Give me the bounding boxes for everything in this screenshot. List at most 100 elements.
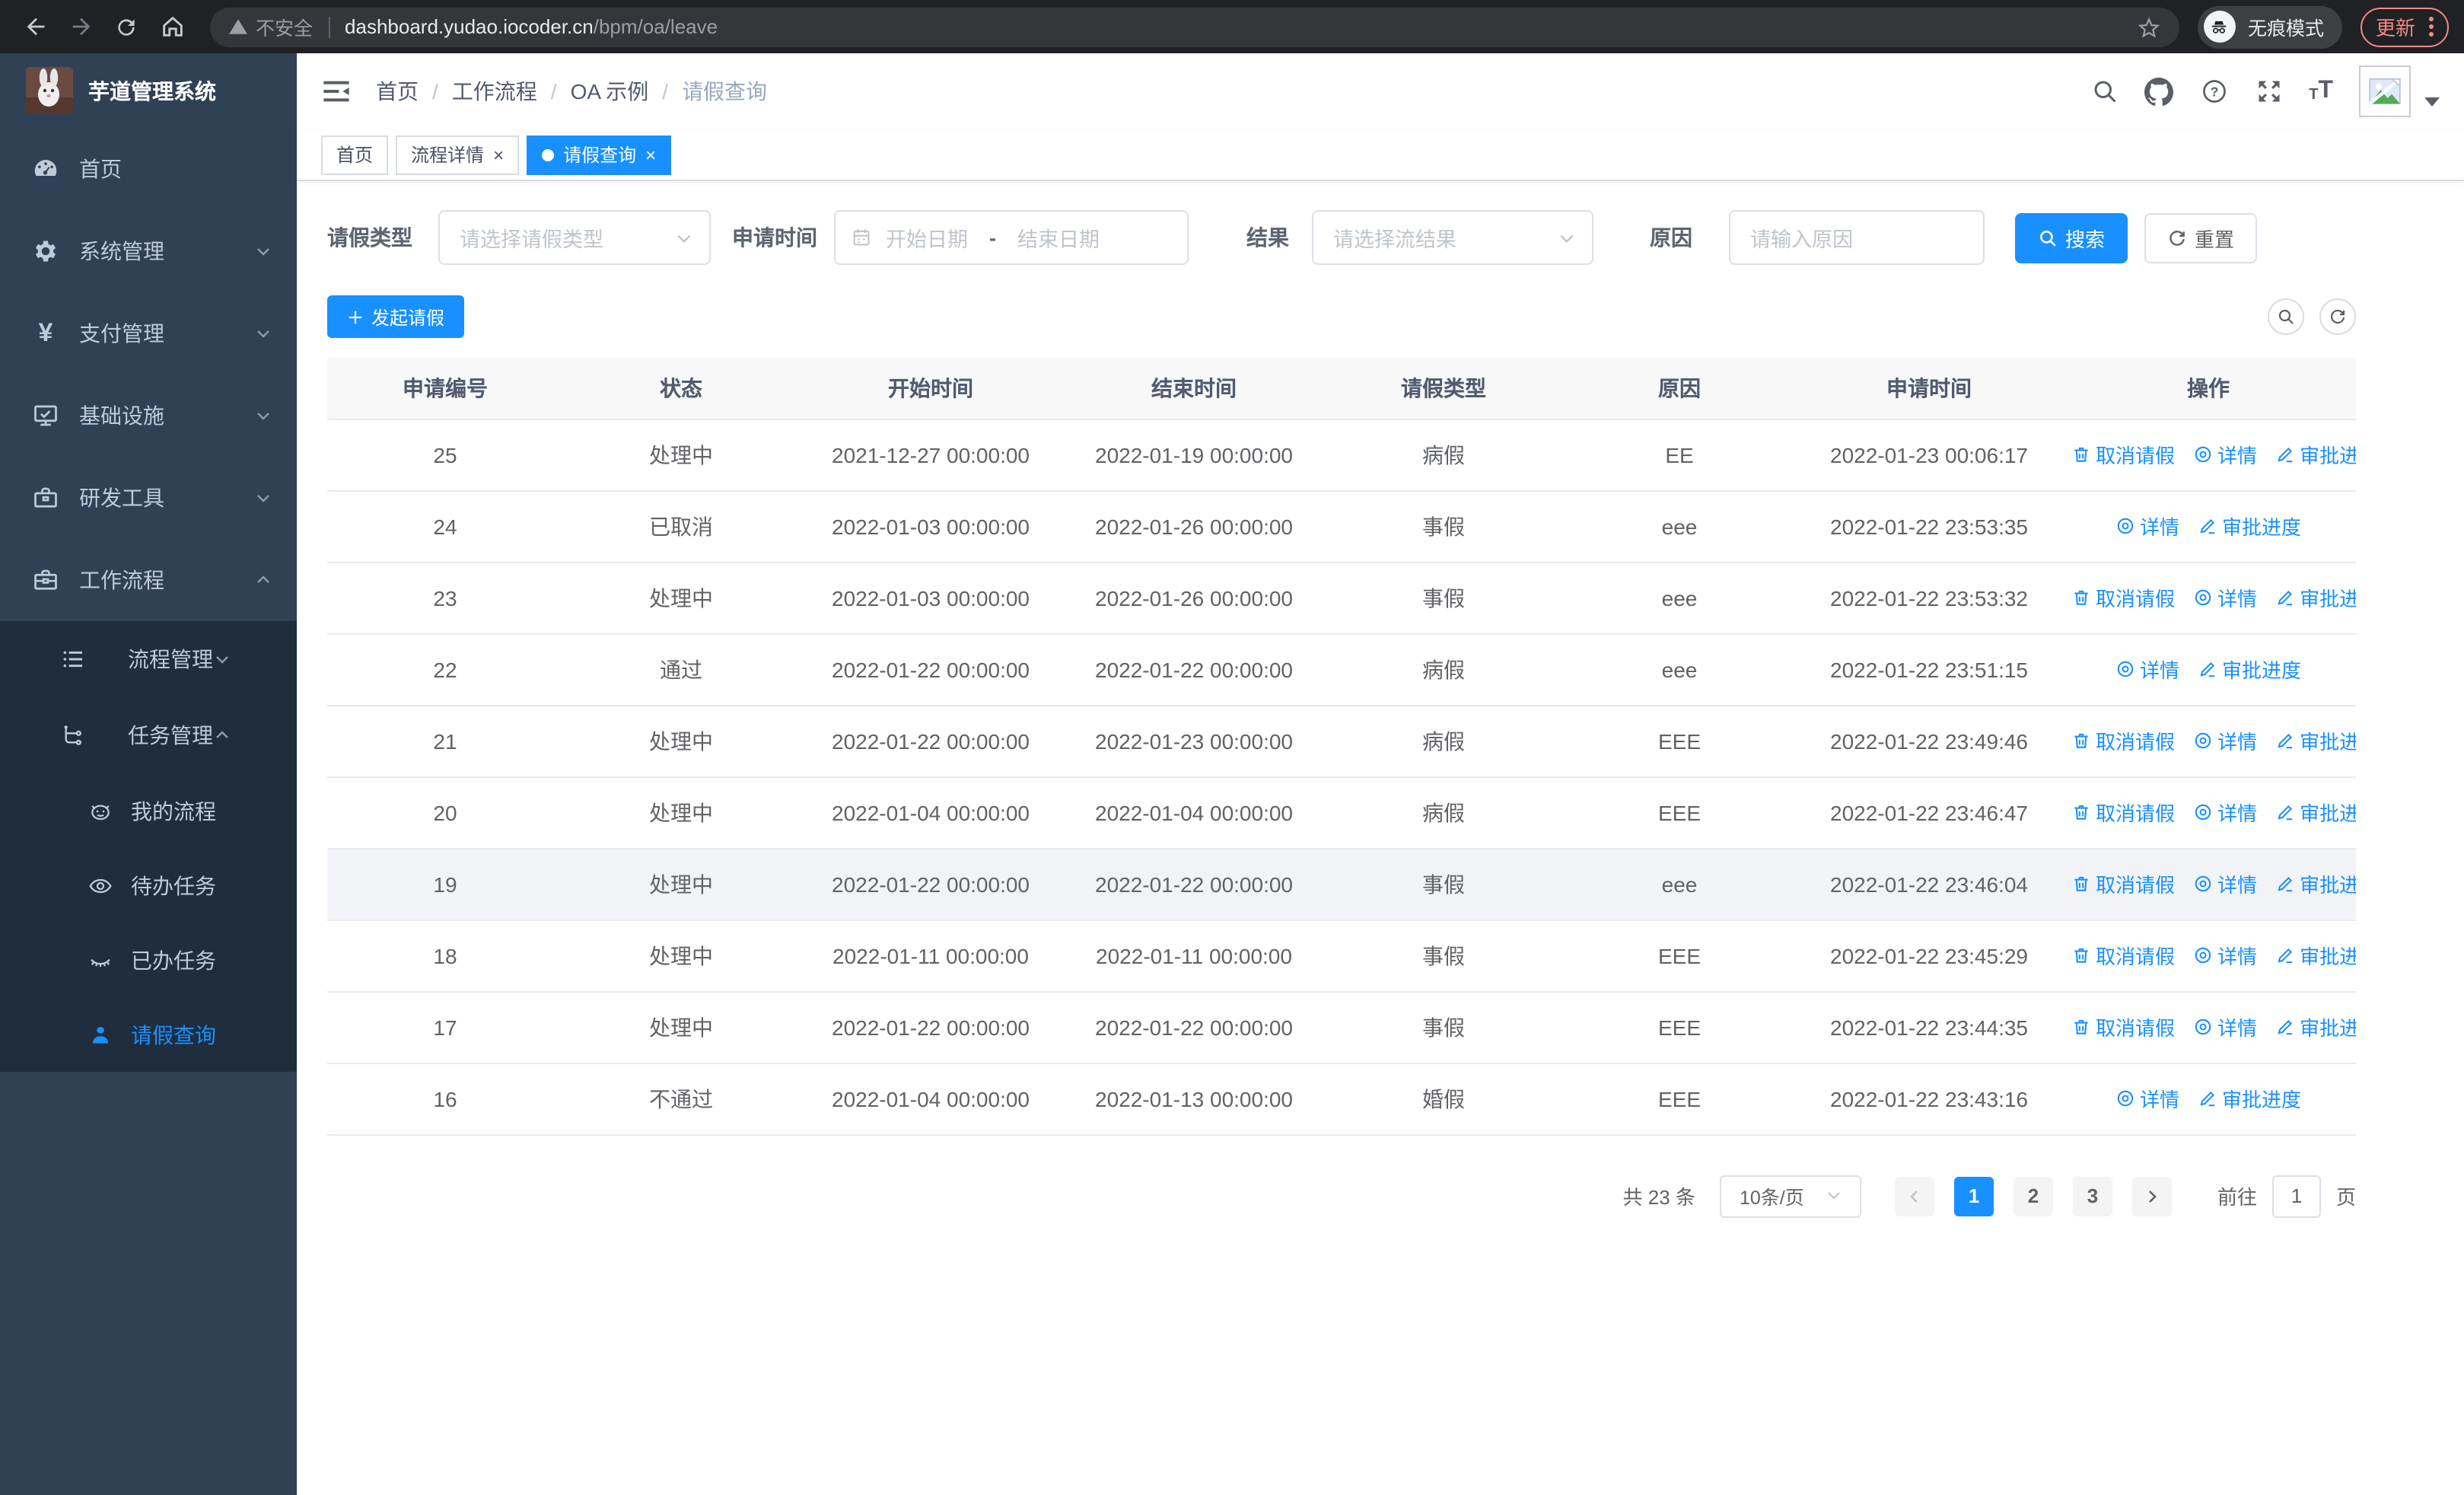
sidebar-item-my-process[interactable]: 我的流程 [0,773,297,848]
tab-home[interactable]: 首页 [321,135,389,174]
home-icon[interactable] [152,7,192,46]
sidebar-item-payment[interactable]: ¥ 支付管理 [0,292,297,375]
progress-leave-link[interactable]: 审批进度 [2275,440,2356,469]
reason-input[interactable]: 请输入原因 [1729,210,1985,265]
page-button-2[interactable]: 2 [2013,1176,2053,1216]
progress-leave-link[interactable]: 审批进度 [2275,941,2356,970]
close-icon[interactable]: × [645,145,656,164]
detail-leave-link[interactable]: 详情 [2193,1012,2257,1041]
progress-leave-link[interactable]: 审批进度 [2198,655,2301,684]
browser-menu-icon[interactable] [2429,17,2434,37]
progress-leave-link[interactable]: 审批进度 [2275,726,2356,755]
sidebar-item-system[interactable]: 系统管理 [0,210,297,292]
cell-end-time: 2022-01-13 00:00:00 [1062,1063,1326,1135]
progress-leave-link[interactable]: 审批进度 [2275,798,2356,827]
view-icon [2195,804,2211,821]
trash-icon [2074,447,2088,462]
cell-actions: 取消请假详情审批进度 [2061,705,2356,777]
cell-apply-id: 18 [327,920,563,992]
search-button[interactable]: 搜索 [2015,212,2128,263]
page-suffix-label: 页 [2335,1186,2356,1209]
not-secure-warning[interactable]: 不安全 [228,12,313,41]
address-bar[interactable]: 不安全 dashboard.yudao.iocoder.cn/bpm/oa/le… [210,7,2179,46]
sidebar-item-home[interactable]: 首页 [0,128,297,210]
cancel-leave-link[interactable]: 取消请假 [2071,869,2175,898]
cell-start-time: 2022-01-22 00:00:00 [799,991,1062,1063]
goto-page-input[interactable]: 1 [2271,1175,2321,1217]
cell-apply-time: 2022-01-22 23:49:46 [1797,705,2061,777]
detail-leave-link[interactable]: 详情 [2115,1084,2179,1113]
detail-leave-link[interactable]: 详情 [2193,583,2257,612]
dashboard-icon [32,155,59,183]
cancel-leave-link[interactable]: 取消请假 [2071,583,2175,612]
cancel-leave-link[interactable]: 取消请假 [2071,941,2175,970]
tab-process-detail[interactable]: 流程详情 × [396,135,520,174]
sidebar-item-devtools[interactable]: 研发工具 [0,457,297,539]
browser-toolbar: 不安全 dashboard.yudao.iocoder.cn/bpm/oa/le… [0,0,2464,53]
detail-leave-link[interactable]: 详情 [2193,798,2257,827]
cancel-leave-link[interactable]: 取消请假 [2071,440,2175,469]
cell-status: 处理中 [563,776,799,849]
update-button[interactable]: 更新 [2360,7,2449,46]
avatar-caret-icon[interactable] [2424,97,2440,107]
breadcrumb-item[interactable]: 工作流程 [452,76,537,107]
leave-type-label: 请假类型 [327,225,412,250]
cell-leave-type: 病假 [1326,705,1561,777]
view-icon [2195,446,2211,463]
apply-time-range-picker[interactable]: 开始日期 - 结束日期 [834,210,1189,265]
github-icon[interactable] [2144,77,2174,106]
cancel-leave-link[interactable]: 取消请假 [2071,1012,2175,1041]
reload-icon[interactable] [107,7,146,46]
cell-reason: EEE [1561,991,1797,1063]
sidebar-item-todo-tasks[interactable]: 待办任务 [0,848,297,923]
progress-leave-link[interactable]: 审批进度 [2198,1084,2301,1113]
bookmark-star-icon[interactable] [2137,14,2161,39]
toggle-search-button[interactable] [2268,298,2304,335]
back-icon[interactable] [15,7,55,46]
refresh-table-button[interactable] [2319,298,2356,335]
reset-button[interactable]: 重置 [2144,212,2258,263]
forward-icon[interactable] [61,7,100,46]
fullscreen-icon[interactable] [2254,77,2283,106]
page-size-select[interactable]: 10条/页 [1719,1175,1861,1217]
sidebar-item-leave-query[interactable]: 请假查询 [0,997,297,1072]
help-icon[interactable]: ? [2199,77,2228,106]
detail-leave-link[interactable]: 详情 [2115,512,2179,540]
next-page-button[interactable] [2131,1176,2172,1216]
cell-end-time: 2022-01-11 00:00:00 [1062,920,1326,992]
detail-leave-link[interactable]: 详情 [2193,941,2257,970]
detail-leave-link[interactable]: 详情 [2193,440,2257,469]
progress-leave-link[interactable]: 审批进度 [2198,512,2301,540]
close-icon[interactable]: × [493,145,504,164]
page-button-3[interactable]: 3 [2072,1176,2112,1216]
tab-leave-query[interactable]: 请假查询 × [527,135,672,174]
detail-leave-link[interactable]: 详情 [2193,726,2257,755]
create-leave-button[interactable]: 发起请假 [327,295,465,338]
sidebar-item-process-mgmt[interactable]: 流程管理 [0,621,297,697]
font-size-icon[interactable]: TT [2309,78,2333,104]
sidebar-item-workflow[interactable]: 工作流程 [0,539,297,621]
cancel-leave-link[interactable]: 取消请假 [2071,726,2175,755]
avatar[interactable] [2359,65,2411,117]
sidebar-collapse-icon[interactable] [321,76,352,107]
sidebar-item-done-tasks[interactable]: 已办任务 [0,923,297,997]
progress-leave-link[interactable]: 审批进度 [2275,869,2356,898]
breadcrumb-item[interactable]: 首页 [376,76,419,107]
progress-leave-link[interactable]: 审批进度 [2275,583,2356,612]
result-select[interactable]: 请选择流结果 [1312,210,1593,265]
cancel-leave-link[interactable]: 取消请假 [2071,798,2175,827]
sidebar-item-infra[interactable]: 基础设施 [0,375,297,457]
breadcrumb-item[interactable]: OA 示例 [571,76,649,107]
sidebar-item-task-mgmt[interactable]: 任务管理 [0,697,297,773]
leave-type-select[interactable]: 请选择请假类型 [438,210,711,265]
search-icon[interactable] [2090,77,2119,106]
detail-leave-link[interactable]: 详情 [2193,869,2257,898]
progress-leave-link[interactable]: 审批进度 [2275,1012,2356,1041]
detail-leave-link[interactable]: 详情 [2115,655,2179,684]
result-label: 结果 [1246,225,1289,250]
sidebar-item-label: 支付管理 [79,321,164,346]
prev-page-button[interactable] [1894,1176,1934,1216]
col-apply-id: 申请编号 [327,358,563,419]
page-button-1[interactable]: 1 [1953,1176,1994,1216]
cell-status: 处理中 [563,419,799,491]
